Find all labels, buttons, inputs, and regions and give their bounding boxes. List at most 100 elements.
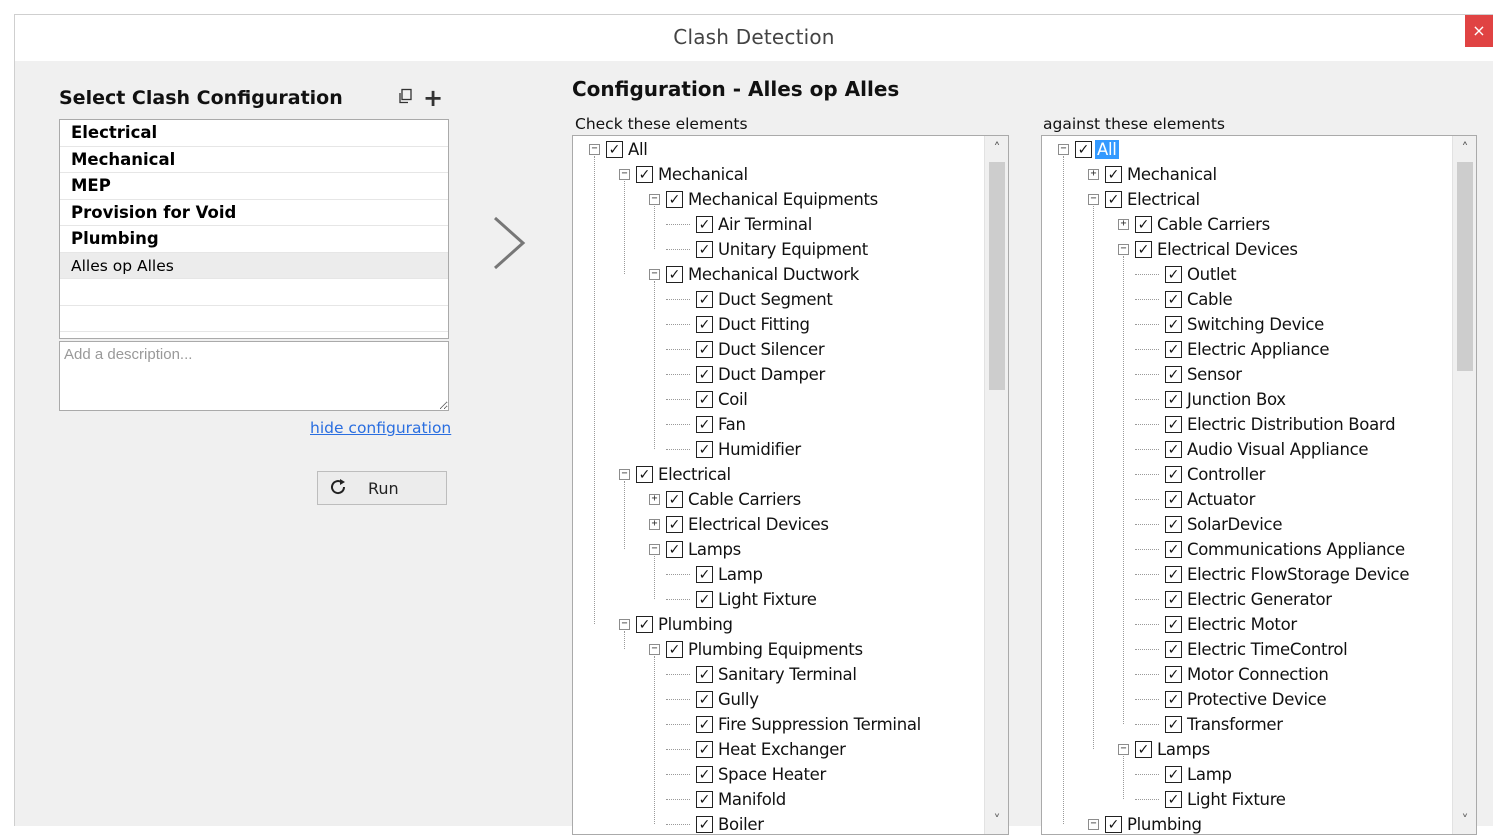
config-item[interactable] bbox=[60, 306, 448, 332]
tree-checkbox[interactable]: ✓ bbox=[666, 541, 683, 558]
expand-icon[interactable]: + bbox=[649, 494, 660, 505]
tree-node[interactable]: ✓ Duct Silencer bbox=[666, 337, 826, 362]
tree-node[interactable]: + ✓ Cable Carriers bbox=[649, 487, 803, 512]
tree-node[interactable]: ✓ Light Fixture bbox=[1135, 787, 1288, 812]
tree-node[interactable]: ✓ Electric FlowStorage Device bbox=[1135, 562, 1411, 587]
tree-node[interactable]: ✓ Gully bbox=[666, 687, 761, 712]
against-elements-tree[interactable]: − ✓ All + ✓ Mechanical − ✓ Electrical + ✓ Cable Car… bbox=[1041, 135, 1477, 835]
tree-checkbox[interactable]: ✓ bbox=[1165, 516, 1182, 533]
tree-checkbox[interactable]: ✓ bbox=[1105, 191, 1122, 208]
tree-node[interactable]: ✓ Heat Exchanger bbox=[666, 737, 848, 762]
config-item[interactable]: MEP bbox=[60, 173, 448, 200]
scroll-up-icon[interactable]: ˄ bbox=[985, 138, 1008, 160]
tree-checkbox[interactable]: ✓ bbox=[696, 691, 713, 708]
tree-node[interactable]: ✓ Lamp bbox=[1135, 762, 1234, 787]
tree-checkbox[interactable]: ✓ bbox=[696, 666, 713, 683]
tree-node[interactable]: ✓ Cable bbox=[1135, 287, 1234, 312]
tree-node[interactable]: ✓ Actuator bbox=[1135, 487, 1257, 512]
collapse-icon[interactable]: − bbox=[589, 144, 600, 155]
tree-node[interactable]: − ✓ Electrical Devices bbox=[1118, 237, 1300, 262]
tree-node[interactable]: + ✓ Electrical Devices bbox=[649, 512, 831, 537]
tree-checkbox[interactable]: ✓ bbox=[1165, 316, 1182, 333]
tree-checkbox[interactable]: ✓ bbox=[636, 166, 653, 183]
tree-checkbox[interactable]: ✓ bbox=[1165, 266, 1182, 283]
tree-node[interactable]: ✓ Junction Box bbox=[1135, 387, 1288, 412]
tree-checkbox[interactable]: ✓ bbox=[1165, 291, 1182, 308]
tree-checkbox[interactable]: ✓ bbox=[696, 416, 713, 433]
tree-checkbox[interactable]: ✓ bbox=[696, 316, 713, 333]
tree-checkbox[interactable]: ✓ bbox=[696, 366, 713, 383]
tree-checkbox[interactable]: ✓ bbox=[1075, 141, 1092, 158]
tree-node[interactable]: + ✓ Cable Carriers bbox=[1118, 212, 1272, 237]
tree-checkbox[interactable]: ✓ bbox=[1165, 716, 1182, 733]
config-item[interactable]: Alles op Alles bbox=[60, 252, 448, 279]
collapse-icon[interactable]: − bbox=[649, 644, 660, 655]
tree-checkbox[interactable]: ✓ bbox=[696, 291, 713, 308]
tree-checkbox[interactable]: ✓ bbox=[606, 141, 623, 158]
tree-node[interactable]: − ✓ Plumbing bbox=[1088, 812, 1204, 834]
config-list[interactable]: Electrical Mechanical MEP Provision for Voi… bbox=[59, 119, 449, 339]
tree-checkbox[interactable]: ✓ bbox=[696, 741, 713, 758]
tree-checkbox[interactable]: ✓ bbox=[1165, 391, 1182, 408]
tree-checkbox[interactable]: ✓ bbox=[696, 766, 713, 783]
tree-node[interactable]: − ✓ Plumbing Equipments bbox=[649, 637, 865, 662]
tree-node[interactable]: ✓ Unitary Equipment bbox=[666, 237, 870, 262]
tree-checkbox[interactable]: ✓ bbox=[1165, 666, 1182, 683]
tree-node[interactable]: ✓ Transformer bbox=[1135, 712, 1285, 737]
tree-checkbox[interactable]: ✓ bbox=[696, 591, 713, 608]
tree-checkbox[interactable]: ✓ bbox=[1165, 566, 1182, 583]
tree-checkbox[interactable]: ✓ bbox=[1165, 691, 1182, 708]
tree-node[interactable]: ✓ Motor Connection bbox=[1135, 662, 1331, 687]
collapse-icon[interactable]: − bbox=[1118, 744, 1129, 755]
tree-checkbox[interactable]: ✓ bbox=[666, 491, 683, 508]
close-button[interactable]: × bbox=[1465, 15, 1493, 47]
collapse-icon[interactable]: − bbox=[619, 169, 630, 180]
scroll-down-icon[interactable]: ˅ bbox=[985, 810, 1008, 832]
tree-node[interactable]: ✓ Sensor bbox=[1135, 362, 1244, 387]
tree-checkbox[interactable]: ✓ bbox=[1165, 641, 1182, 658]
tree-checkbox[interactable]: ✓ bbox=[1165, 341, 1182, 358]
collapse-icon[interactable]: − bbox=[1118, 244, 1129, 255]
tree-checkbox[interactable]: ✓ bbox=[1165, 441, 1182, 458]
tree-checkbox[interactable]: ✓ bbox=[1105, 166, 1122, 183]
tree-node[interactable]: ✓ SolarDevice bbox=[1135, 512, 1284, 537]
config-item[interactable]: Electrical bbox=[60, 120, 448, 147]
tree-checkbox[interactable]: ✓ bbox=[666, 191, 683, 208]
tree-node[interactable]: ✓ Electric Generator bbox=[1135, 587, 1334, 612]
tree-checkbox[interactable]: ✓ bbox=[1135, 241, 1152, 258]
tree-checkbox[interactable]: ✓ bbox=[636, 466, 653, 483]
tree-node[interactable]: ✓ Audio Visual Appliance bbox=[1135, 437, 1370, 462]
add-config-icon[interactable]: + bbox=[423, 86, 443, 110]
tree-checkbox[interactable]: ✓ bbox=[1165, 616, 1182, 633]
scroll-thumb[interactable] bbox=[1457, 162, 1473, 371]
tree-checkbox[interactable]: ✓ bbox=[1165, 491, 1182, 508]
tree-node[interactable]: ✓ Electric Appliance bbox=[1135, 337, 1331, 362]
tree-node[interactable]: ✓ Fan bbox=[666, 412, 748, 437]
config-item[interactable]: Mechanical bbox=[60, 147, 448, 173]
tree-node[interactable]: − ✓ All bbox=[1058, 137, 1119, 162]
hide-configuration-link[interactable]: hide configuration bbox=[310, 419, 451, 437]
tree-checkbox[interactable]: ✓ bbox=[696, 566, 713, 583]
tree-checkbox[interactable]: ✓ bbox=[666, 266, 683, 283]
tree-node[interactable]: − ✓ All bbox=[589, 137, 650, 162]
tree-node[interactable]: − ✓ Mechanical Ductwork bbox=[649, 262, 861, 287]
tree-node[interactable]: ✓ Electric Motor bbox=[1135, 612, 1299, 637]
collapse-icon[interactable]: − bbox=[619, 619, 630, 630]
tree-checkbox[interactable]: ✓ bbox=[696, 216, 713, 233]
tree-node[interactable]: ✓ Lamp bbox=[666, 562, 765, 587]
tree-checkbox[interactable]: ✓ bbox=[696, 241, 713, 258]
tree-checkbox[interactable]: ✓ bbox=[636, 616, 653, 633]
config-item[interactable]: Provision for Void bbox=[60, 200, 448, 226]
tree-checkbox[interactable]: ✓ bbox=[666, 516, 683, 533]
tree-checkbox[interactable]: ✓ bbox=[1165, 416, 1182, 433]
tree-node[interactable]: ✓ Outlet bbox=[1135, 262, 1238, 287]
config-item[interactable]: Plumbing bbox=[60, 226, 448, 253]
tree-node[interactable]: ✓ Duct Segment bbox=[666, 287, 835, 312]
tree-checkbox[interactable]: ✓ bbox=[1165, 466, 1182, 483]
tree-node[interactable]: − ✓ Mechanical Equipments bbox=[649, 187, 880, 212]
tree-node[interactable]: + ✓ Mechanical bbox=[1088, 162, 1219, 187]
tree-node[interactable]: − ✓ Plumbing bbox=[619, 612, 735, 637]
tree-node[interactable]: ✓ Controller bbox=[1135, 462, 1267, 487]
tree-checkbox[interactable]: ✓ bbox=[1105, 816, 1122, 833]
check-elements-tree[interactable]: − ✓ All − ✓ Mechanical − ✓ Mechanical Equipments… bbox=[572, 135, 1009, 835]
